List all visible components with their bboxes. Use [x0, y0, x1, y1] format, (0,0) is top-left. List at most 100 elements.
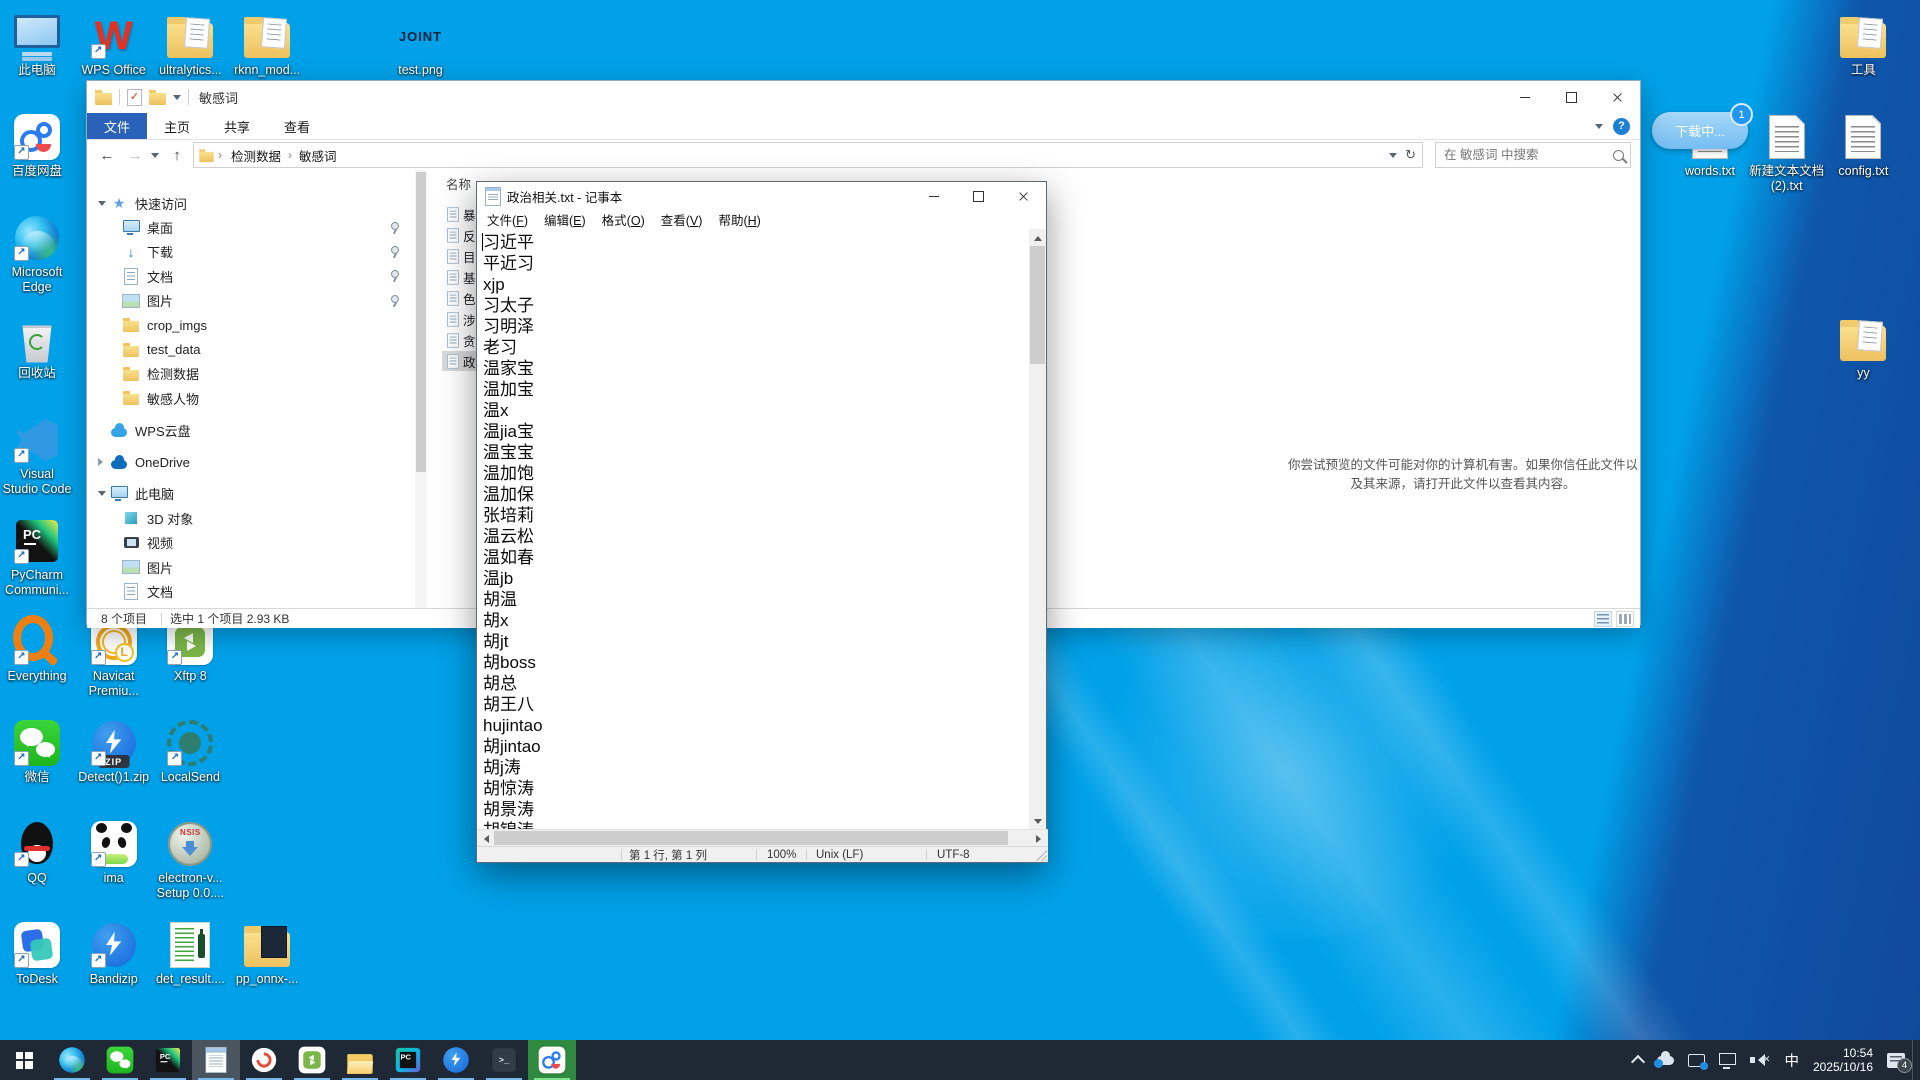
minimize-button[interactable]: [1502, 81, 1548, 113]
taskbar-explorer-button[interactable]: [336, 1040, 384, 1080]
expand-right-icon[interactable]: [98, 458, 107, 466]
sidebar-item-图片[interactable]: 图片: [87, 289, 415, 313]
taskbar-start-button[interactable]: [0, 1040, 48, 1080]
notepad-menu-文件(F)[interactable]: 文件(F): [479, 210, 536, 229]
sidebar-item-test_data[interactable]: test_data: [87, 337, 415, 361]
search-input[interactable]: [1442, 147, 1613, 163]
desktop-icon-microsoft-edge[interactable]: ↗Microsoft Edge: [0, 214, 85, 295]
resize-grip[interactable]: [1036, 850, 1047, 861]
sidebar-item-crop_imgs[interactable]: crop_imgs: [87, 313, 415, 337]
tray-expand-chevron-icon[interactable]: [1626, 1040, 1650, 1080]
scroll-left-icon[interactable]: [477, 830, 494, 847]
sidebar-item-下载[interactable]: ↓下载: [87, 240, 415, 264]
maximize-button[interactable]: [1548, 81, 1594, 113]
sidebar-item-快速访问[interactable]: ★快速访问: [87, 191, 415, 215]
sidebar-item-视频[interactable]: 视频: [87, 531, 415, 555]
file-row[interactable]: 基: [442, 267, 478, 287]
download-toast[interactable]: 下载中... 1: [1652, 112, 1748, 149]
screen-cast-icon[interactable]: [1681, 1040, 1712, 1080]
new-folder-icon[interactable]: [149, 93, 166, 105]
refresh-icon[interactable]: ↻: [1405, 147, 1416, 163]
sidebar-item-此电脑[interactable]: 此电脑: [87, 482, 415, 506]
taskbar-edge-button[interactable]: [48, 1040, 96, 1080]
taskbar-baidu-netdisk-button[interactable]: [528, 1040, 576, 1080]
sidebar-scrollbar[interactable]: [415, 170, 427, 608]
file-row[interactable]: 目: [442, 246, 478, 266]
properties-check-icon[interactable]: ✓: [127, 89, 142, 106]
taskbar-xftp-button[interactable]: [288, 1040, 336, 1080]
vertical-scroll-thumb[interactable]: [1030, 246, 1045, 364]
notepad-close-button[interactable]: [1001, 182, 1046, 210]
back-button[interactable]: ←: [95, 147, 119, 164]
breadcrumb-segment[interactable]: 检测数据: [225, 146, 287, 165]
file-row[interactable]: 贪: [442, 330, 478, 350]
ribbon-tab-查看[interactable]: 查看: [267, 113, 327, 139]
ribbon-tab-主页[interactable]: 主页: [147, 113, 207, 139]
notepad-menu-查看(V)[interactable]: 查看(V): [653, 210, 711, 229]
large-icons-view-button[interactable]: [1616, 611, 1634, 627]
taskbar-pycharm-dark-button[interactable]: PC: [144, 1040, 192, 1080]
desktop-icon-recycle-bin[interactable]: 回收站: [0, 315, 85, 381]
show-desktop-button[interactable]: [1912, 1040, 1918, 1080]
clock[interactable]: 10:54 2025/10/16: [1806, 1040, 1880, 1080]
desktop-icon-yy-folder[interactable]: yy: [1815, 315, 1911, 381]
taskbar-notepad-button[interactable]: [192, 1040, 240, 1080]
sidebar-item-OneDrive[interactable]: OneDrive: [87, 450, 415, 474]
desktop-icon-localsend[interactable]: ↗LocalSend: [142, 719, 238, 785]
desktop-icon-tools-folder[interactable]: 工具: [1815, 12, 1911, 78]
file-row[interactable]: 反: [442, 225, 478, 245]
taskbar-navicat-button[interactable]: [240, 1040, 288, 1080]
notepad-menu-帮助(H)[interactable]: 帮助(H): [710, 210, 768, 229]
search-box[interactable]: [1435, 142, 1631, 168]
desktop-icon-config-txt[interactable]: config.txt: [1815, 113, 1911, 179]
notepad-menu-格式(O)[interactable]: 格式(O): [594, 210, 653, 229]
scroll-right-icon[interactable]: [1031, 830, 1048, 847]
taskbar-pycharm-button[interactable]: PC: [384, 1040, 432, 1080]
desktop-icon-vscode[interactable]: ↗Visual Studio Code: [0, 416, 85, 497]
sidebar-item-检测数据[interactable]: 检测数据: [87, 362, 415, 386]
help-button[interactable]: ?: [1613, 118, 1630, 135]
forward-button[interactable]: →: [123, 147, 147, 164]
address-bar[interactable]: › 检测数据›敏感词 ↻: [193, 142, 1423, 168]
desktop-icon-pp-onnx[interactable]: pp_onnx-...: [219, 921, 315, 987]
ribbon-tab-共享[interactable]: 共享: [207, 113, 267, 139]
notepad-menu-编辑(E)[interactable]: 编辑(E): [536, 210, 594, 229]
network-icon[interactable]: [1712, 1040, 1743, 1080]
close-button[interactable]: [1594, 81, 1640, 113]
desktop-icon-rknn-mod-folder[interactable]: rknn_mod...: [219, 12, 315, 78]
desktop-icon-joint-test-png[interactable]: JOINTtest.png: [373, 12, 469, 78]
scroll-up-icon[interactable]: [1029, 229, 1046, 246]
sidebar-item-敏感人物[interactable]: 敏感人物: [87, 386, 415, 410]
taskbar-wechat-button[interactable]: [96, 1040, 144, 1080]
breadcrumb-segment[interactable]: 敏感词: [293, 146, 343, 165]
ribbon-expand-icon[interactable]: [1595, 124, 1603, 133]
sidebar-item-文档[interactable]: 文档: [87, 264, 415, 288]
details-view-button[interactable]: [1594, 611, 1612, 627]
file-row[interactable]: 色: [442, 288, 478, 308]
address-dropdown-icon[interactable]: [1389, 153, 1397, 162]
column-header-name[interactable]: 名称: [446, 174, 471, 193]
file-row[interactable]: 政: [442, 351, 478, 371]
taskbar-bandizip-button[interactable]: [432, 1040, 480, 1080]
up-button[interactable]: ↑: [165, 147, 189, 164]
taskbar-terminal-button[interactable]: >_: [480, 1040, 528, 1080]
sidebar-item-3D 对象[interactable]: 3D 对象: [87, 506, 415, 530]
qat-dropdown-icon[interactable]: [173, 95, 181, 104]
notepad-text-area[interactable]: 习近平平近习xjp习太子习明泽老习温家宝温加宝温x温jia宝温宝宝温加饱温加保张…: [477, 229, 1031, 831]
cloud-sync-icon[interactable]: [1650, 1040, 1681, 1080]
expand-down-icon[interactable]: [98, 201, 106, 210]
ime-indicator[interactable]: 中: [1777, 1040, 1806, 1080]
vertical-scrollbar[interactable]: [1029, 229, 1046, 831]
sidebar-item-WPS云盘[interactable]: WPS云盘: [87, 418, 415, 442]
horizontal-scroll-thumb[interactable]: [494, 831, 1008, 845]
desktop-icon-electron-setup[interactable]: NSISelectron-v... Setup 0.0....: [142, 820, 238, 901]
desktop-icon-pycharm-community[interactable]: PC↗PyCharm Communi...: [0, 517, 85, 598]
notepad-maximize-button[interactable]: [956, 182, 1001, 210]
ribbon-tab-文件[interactable]: 文件: [87, 113, 147, 139]
notepad-minimize-button[interactable]: [911, 182, 956, 210]
file-row[interactable]: 涉: [442, 309, 478, 329]
expand-down-icon[interactable]: [98, 491, 106, 500]
sidebar-item-图片[interactable]: 图片: [87, 555, 415, 579]
recent-locations-icon[interactable]: [151, 153, 159, 162]
horizontal-scrollbar[interactable]: [477, 829, 1048, 846]
